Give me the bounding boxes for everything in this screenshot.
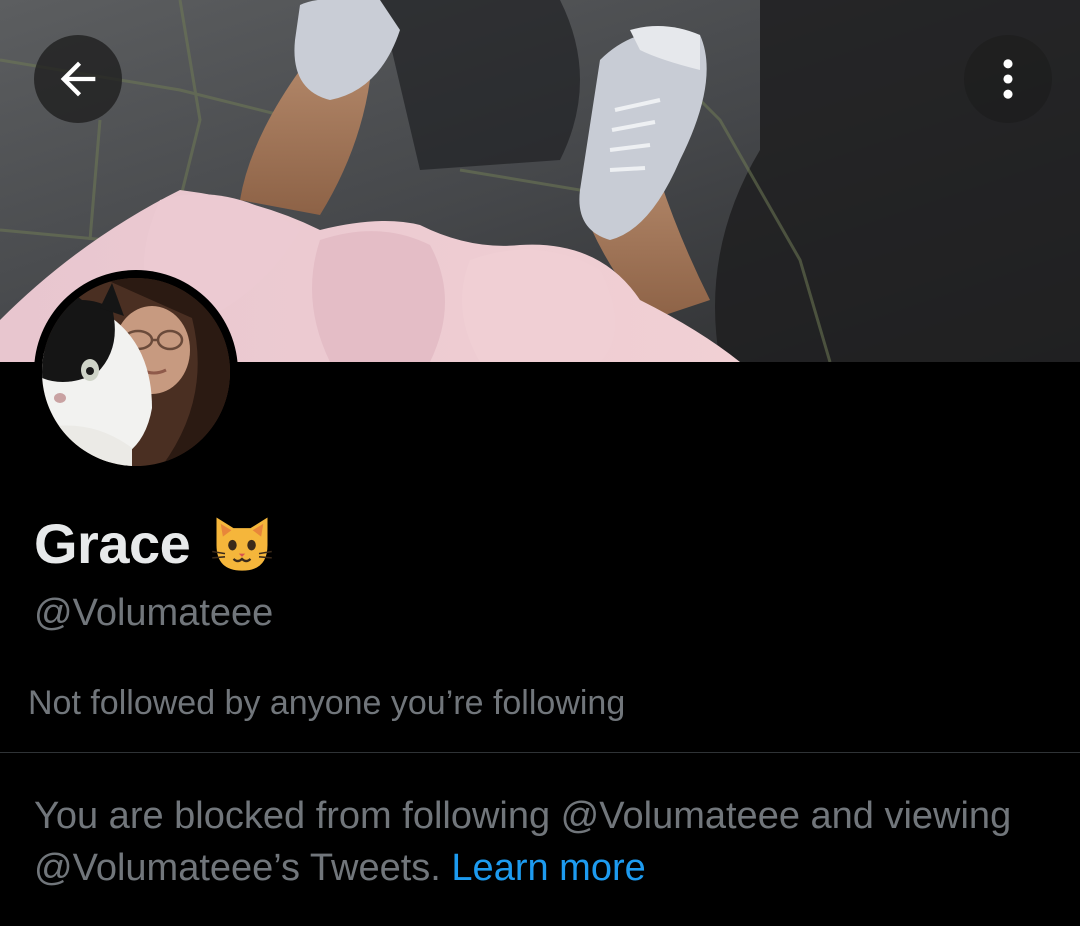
cat-face-emoji-icon	[212, 517, 273, 571]
vertical-dots-icon	[1003, 59, 1013, 99]
profile-avatar[interactable]	[34, 270, 238, 474]
back-button[interactable]	[34, 35, 122, 123]
more-options-button[interactable]	[964, 35, 1052, 123]
section-divider	[0, 752, 1080, 753]
arrow-left-icon	[60, 61, 96, 97]
avatar-image	[42, 278, 230, 466]
blocked-message: You are blocked from following @Volumate…	[34, 790, 1044, 894]
learn-more-link[interactable]: Learn more	[451, 847, 645, 889]
display-name: Grace	[34, 511, 191, 575]
profile-name-row: Grace	[34, 505, 276, 581]
profile-handle: @Volumateee	[34, 592, 274, 634]
followers-you-know-note: Not followed by anyone you’re following	[28, 684, 626, 722]
